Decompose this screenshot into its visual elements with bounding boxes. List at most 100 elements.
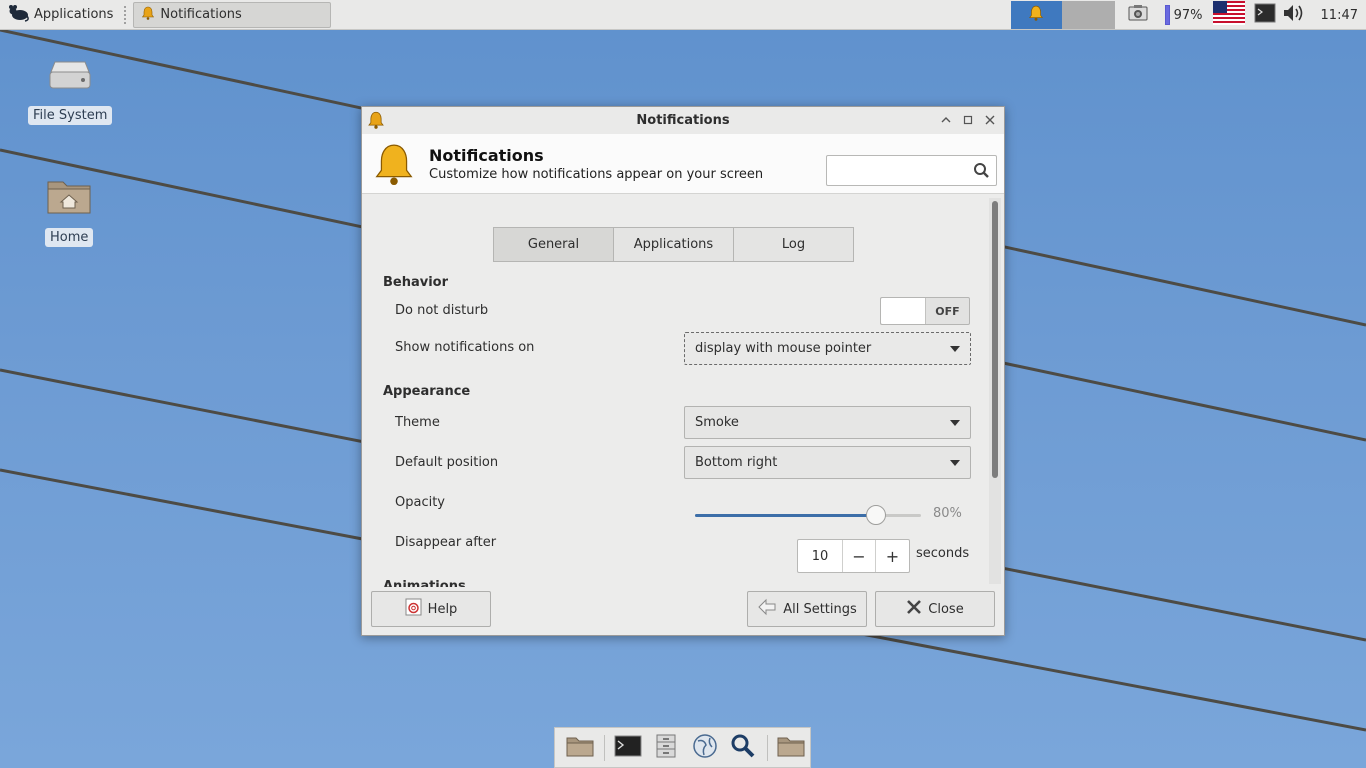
- speaker-icon: [1282, 2, 1306, 28]
- tab-bar: General Applications Log: [493, 227, 854, 262]
- clock[interactable]: 11:47: [1309, 8, 1366, 23]
- folder-icon: [777, 735, 805, 761]
- dock-web-browser[interactable]: [686, 727, 725, 768]
- battery-percent: 97%: [1173, 7, 1203, 23]
- taskbar-label: Notifications: [160, 7, 242, 22]
- dock-separator: [603, 734, 605, 761]
- content-scrollbar[interactable]: [989, 198, 1001, 584]
- desktop-icon-home[interactable]: Home: [45, 176, 94, 247]
- tab-general[interactable]: General: [493, 227, 614, 262]
- theme-select[interactable]: Smoke: [684, 406, 971, 439]
- dropdown-arrow-icon: [950, 460, 960, 466]
- system-tray: 97% 11:47: [1010, 0, 1366, 30]
- bell-icon: [142, 6, 155, 24]
- bell-icon: [374, 142, 414, 190]
- select-value: Bottom right: [695, 455, 778, 470]
- terminal-tray-item[interactable]: [1251, 0, 1279, 30]
- opacity-slider-track[interactable]: [695, 514, 921, 517]
- dialog-titlebar[interactable]: Notifications: [362, 107, 1004, 134]
- dock-app-finder[interactable]: [724, 727, 763, 768]
- opacity-slider-handle[interactable]: [866, 505, 886, 525]
- show-notifications-on-label: Show notifications on: [395, 340, 535, 355]
- tray-placeholder[interactable]: [1061, 1, 1115, 29]
- terminal-icon: [614, 735, 642, 761]
- scrollbar-thumb[interactable]: [992, 201, 998, 478]
- dock-terminal[interactable]: [608, 727, 647, 768]
- default-position-label: Default position: [395, 455, 499, 470]
- header-title: Notifications: [429, 146, 544, 165]
- tray-notification-plugin[interactable]: [1010, 1, 1062, 29]
- home-folder-icon: [45, 176, 93, 220]
- select-value: Smoke: [695, 415, 739, 430]
- help-icon: [405, 598, 422, 620]
- help-button[interactable]: Help: [371, 591, 491, 627]
- switch-state: OFF: [935, 304, 960, 318]
- section-appearance: Appearance: [383, 384, 471, 399]
- header-subtitle: Customize how notifications appear on yo…: [429, 167, 764, 182]
- screenshot-tray-item[interactable]: [1115, 0, 1161, 30]
- applications-menu[interactable]: Applications: [0, 0, 121, 30]
- dialog-footer: Help All Settings Close: [362, 587, 1004, 635]
- settings-content: General Applications Log Behavior Do not…: [362, 195, 988, 587]
- show-notifications-on-select[interactable]: display with mouse pointer: [684, 332, 971, 365]
- magnifier-icon: [730, 733, 756, 763]
- bell-icon: [1029, 5, 1044, 25]
- close-x-icon: [906, 599, 922, 619]
- bell-icon: [368, 111, 384, 133]
- dialog-window-title: Notifications: [636, 113, 730, 128]
- desktop-icon-file-system[interactable]: File System: [28, 58, 113, 125]
- tab-applications[interactable]: Applications: [613, 227, 734, 262]
- dropdown-arrow-icon: [950, 346, 960, 352]
- battery-icon: [1164, 5, 1170, 25]
- desktop-icon-label: File System: [28, 106, 113, 125]
- bottom-dock: [554, 727, 811, 768]
- disappear-after-spinner: 10 − +: [797, 539, 910, 573]
- increment-button[interactable]: +: [876, 540, 909, 572]
- notifications-dialog: Notifications Notifications Customize ho…: [361, 106, 1005, 636]
- close-button[interactable]: Close: [875, 591, 995, 627]
- dock-folder[interactable]: [772, 727, 811, 768]
- default-position-select[interactable]: Bottom right: [684, 446, 971, 479]
- close-label: Close: [928, 601, 964, 617]
- taskbar-notifications-button[interactable]: Notifications: [133, 1, 332, 28]
- shade-icon[interactable]: [938, 112, 954, 128]
- help-label: Help: [427, 601, 458, 617]
- opacity-slider-fill: [695, 514, 876, 517]
- all-settings-button[interactable]: All Settings: [747, 591, 867, 627]
- battery-tray-item[interactable]: 97%: [1161, 0, 1207, 30]
- do-not-disturb-switch[interactable]: OFF: [880, 297, 970, 325]
- camera-icon: [1127, 4, 1149, 26]
- drive-icon: [47, 58, 93, 98]
- globe-icon: [692, 733, 718, 763]
- terminal-icon: [1254, 3, 1276, 27]
- select-value: display with mouse pointer: [695, 341, 872, 356]
- dock-show-desktop[interactable]: [561, 727, 600, 768]
- panel-separator: [124, 5, 128, 24]
- window-controls: [938, 112, 998, 128]
- search-icon[interactable]: [973, 162, 990, 183]
- opacity-value: 80%: [933, 506, 962, 521]
- do-not-disturb-label: Do not disturb: [395, 303, 489, 318]
- close-icon[interactable]: [982, 112, 998, 128]
- show-desktop-icon: [566, 735, 594, 761]
- all-settings-label: All Settings: [783, 601, 857, 617]
- us-flag-icon: [1212, 1, 1245, 29]
- opacity-label: Opacity: [395, 495, 446, 510]
- search-input[interactable]: [827, 156, 967, 185]
- dock-file-manager[interactable]: [647, 727, 686, 768]
- volume-tray-item[interactable]: [1279, 0, 1309, 30]
- back-arrow-icon: [757, 598, 777, 620]
- tab-log[interactable]: Log: [733, 227, 854, 262]
- disappear-after-label: Disappear after: [395, 535, 497, 550]
- applications-label: Applications: [34, 7, 114, 22]
- decrement-button[interactable]: −: [843, 540, 876, 572]
- search-field[interactable]: [826, 155, 997, 186]
- disappear-after-input[interactable]: 10: [798, 540, 843, 572]
- keyboard-layout-item[interactable]: [1207, 0, 1251, 30]
- maximize-icon[interactable]: [960, 112, 976, 128]
- dropdown-arrow-icon: [950, 420, 960, 426]
- dialog-header: Notifications Customize how notification…: [362, 134, 1004, 194]
- xfce-mouse-icon: [8, 4, 30, 26]
- disappear-unit: seconds: [916, 546, 970, 561]
- switch-knob: [881, 298, 926, 324]
